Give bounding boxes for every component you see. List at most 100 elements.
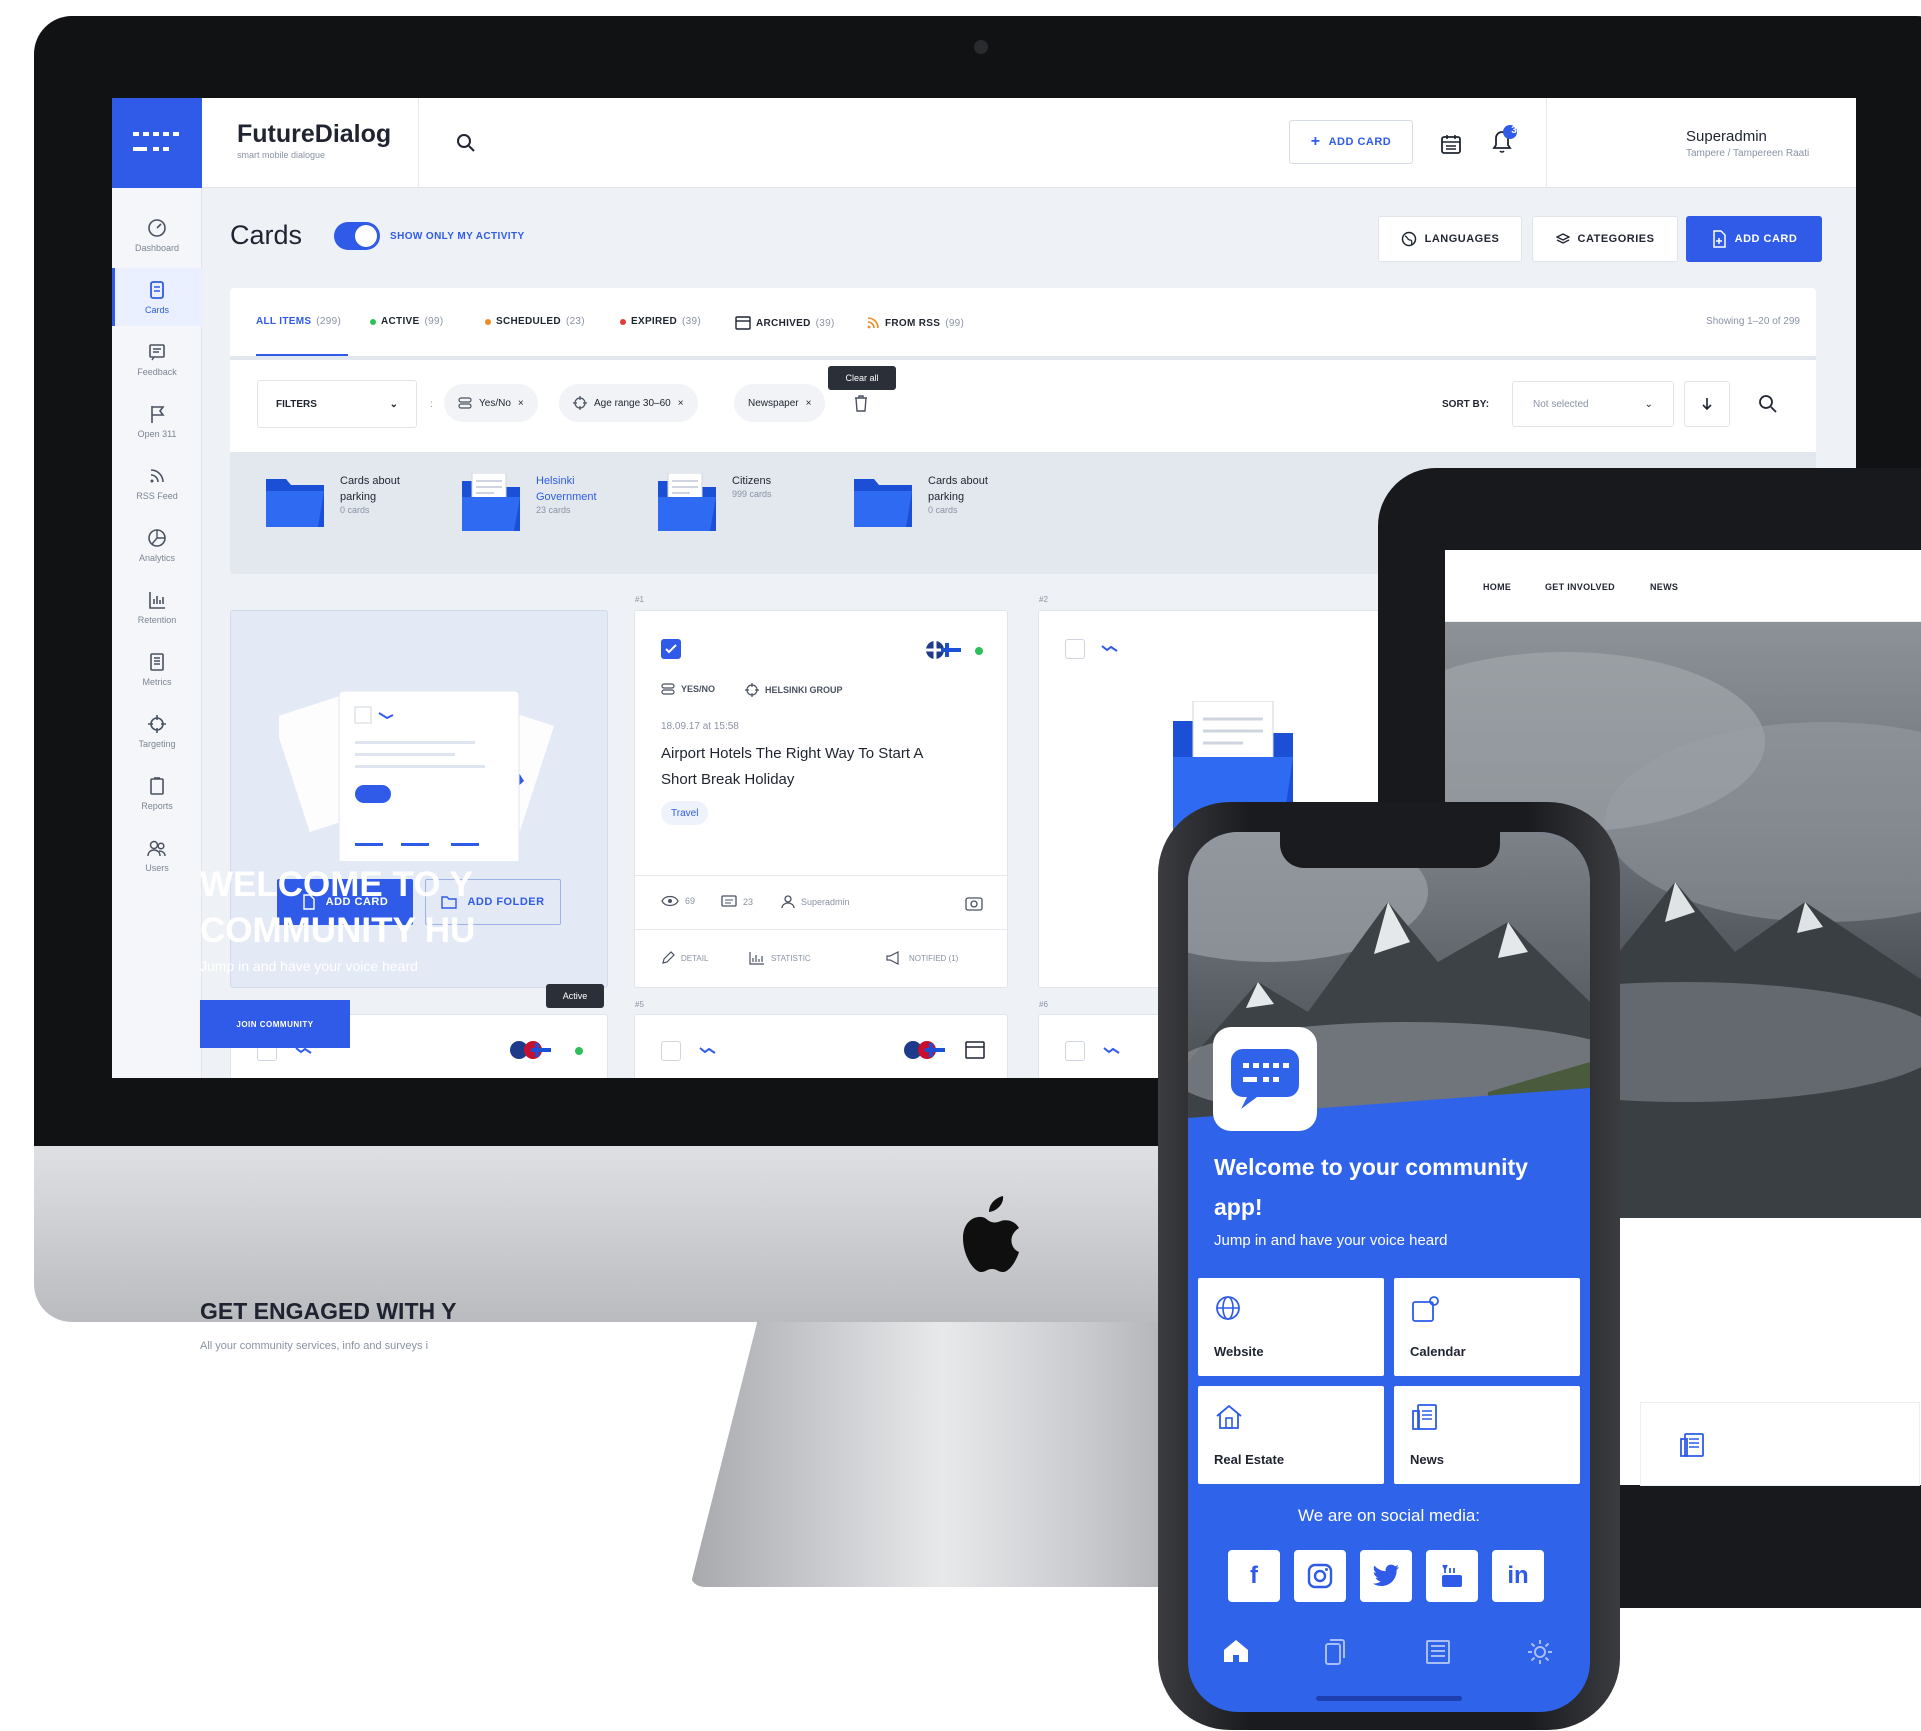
sidebar-item-dashboard[interactable]: Dashboard <box>112 206 202 264</box>
folder-icon <box>854 479 912 527</box>
trend-icon <box>699 1047 716 1054</box>
toggle-list-icon <box>661 683 675 695</box>
brand-tagline: smart mobile dialogue <box>237 150 326 160</box>
card-item[interactable] <box>634 1014 1008 1078</box>
folder-item[interactable]: Helsinki Government 23 cards <box>460 473 620 533</box>
tile-calendar[interactable]: Calendar <box>1394 1278 1580 1376</box>
sidebar-item-rss[interactable]: RSS Feed <box>112 454 202 512</box>
tablet-news-tile[interactable] <box>1640 1402 1920 1486</box>
search-icon[interactable] <box>1758 394 1778 414</box>
tile-news[interactable]: News <box>1394 1386 1580 1484</box>
phone-subtitle: Jump in and have your voice heard <box>1214 1232 1448 1249</box>
folder-name: Citizens <box>732 475 772 487</box>
card-author: Superadmin <box>781 895 850 909</box>
add-card-label: ADD CARD <box>1734 233 1798 245</box>
sidebar-item-feedback[interactable]: Feedback <box>112 330 202 388</box>
folder-item[interactable]: Citizens 999 cards <box>656 473 816 533</box>
linkedin-button[interactable]: in <box>1492 1550 1544 1602</box>
sidebar-item-users[interactable]: Users <box>112 826 202 884</box>
plus-icon: + <box>1310 133 1321 150</box>
tile-real-estate[interactable]: Real Estate <box>1198 1386 1384 1484</box>
card-tag[interactable]: Travel <box>661 801 709 825</box>
facebook-button[interactable]: f <box>1228 1550 1280 1602</box>
tab-scheduled[interactable]: SCHEDULED (23) <box>485 316 585 327</box>
home-indicator <box>1316 1696 1462 1701</box>
card-item[interactable]: YES/NO HELSINKI GROUP 18.09.17 at 15:58 … <box>634 610 1008 988</box>
showing-count: Showing 1–20 of 299 <box>1706 316 1800 327</box>
sidebar-item-retention[interactable]: Retention <box>112 578 202 636</box>
folder-item[interactable]: Cards about parking 0 cards <box>264 473 424 529</box>
twitter-button[interactable] <box>1360 1550 1412 1602</box>
folder-item[interactable]: Cards about parking 0 cards <box>852 473 1012 529</box>
user-name[interactable]: Superadmin <box>1686 128 1767 145</box>
sidebar-item-reports[interactable]: Reports <box>112 764 202 822</box>
nav-get-involved[interactable]: GET INVOLVED <box>1545 582 1615 592</box>
top-add-card-button[interactable]: + ADD CARD <box>1289 120 1413 164</box>
nav-home[interactable]: HOME <box>1483 582 1511 592</box>
add-card-button[interactable]: ADD CARD <box>1686 216 1822 262</box>
statistic-button[interactable]: STATISTIC <box>749 951 811 965</box>
sidebar-label: RSS Feed <box>136 491 178 501</box>
tab-all-items[interactable]: ALL ITEMS (299) <box>256 316 341 327</box>
card-title[interactable]: Airport Hotels The Right Way To Start A … <box>661 741 961 793</box>
detail-button[interactable]: DETAIL <box>661 951 708 965</box>
tab-count: (99) <box>945 317 965 329</box>
search-icon[interactable] <box>455 132 477 154</box>
tab-expired[interactable]: EXPIRED (39) <box>620 316 701 327</box>
filters-dropdown[interactable]: FILTERS ⌄ <box>257 380 417 428</box>
sidebar-item-metrics[interactable]: Metrics <box>112 640 202 698</box>
notified-button[interactable]: NOTIFIED (1) <box>885 951 958 965</box>
filter-chip-newspaper[interactable]: Newspaper × <box>734 384 826 422</box>
nav-news[interactable]: NEWS <box>1650 582 1678 592</box>
card-checkbox[interactable] <box>1065 639 1085 659</box>
card-checkbox[interactable] <box>661 1041 681 1061</box>
sidebar-item-analytics[interactable]: Analytics <box>112 516 202 574</box>
close-icon[interactable]: × <box>678 398 684 409</box>
dashboard-icon <box>148 219 166 237</box>
sidebar-label: Users <box>145 863 169 873</box>
close-icon[interactable]: × <box>518 398 524 409</box>
join-community-button[interactable]: JOIN COMMUNITY <box>200 1000 350 1048</box>
sidebar-label: Feedback <box>137 367 177 377</box>
cards-icon <box>150 281 164 299</box>
youtube-button[interactable] <box>1426 1550 1478 1602</box>
house-icon <box>1216 1404 1242 1429</box>
cards-icon[interactable] <box>1322 1638 1348 1666</box>
show-my-activity-toggle[interactable] <box>334 222 380 250</box>
languages-button[interactable]: LANGUAGES <box>1378 216 1522 262</box>
tab-from-rss[interactable]: FROM RSS (99) <box>866 316 964 330</box>
card-number: #5 <box>635 1000 644 1009</box>
sidebar-label: Open 311 <box>137 429 177 439</box>
language-flags-icon <box>926 641 961 659</box>
home-icon[interactable] <box>1222 1638 1250 1664</box>
tab-count: (39) <box>815 317 835 329</box>
categories-button[interactable]: CATEGORIES <box>1532 216 1678 262</box>
card-checkbox[interactable] <box>1065 1041 1085 1061</box>
feedback-icon <box>149 344 165 361</box>
card-checkbox[interactable] <box>661 639 681 659</box>
sidebar-item-open311[interactable]: Open 311 <box>112 392 202 450</box>
instagram-button[interactable] <box>1294 1550 1346 1602</box>
sort-direction-button[interactable] <box>1684 381 1730 427</box>
top-add-card-label: ADD CARD <box>1328 136 1392 148</box>
close-icon[interactable]: × <box>806 398 812 409</box>
folder-with-files-icon <box>462 473 520 531</box>
tile-website[interactable]: Website <box>1198 1278 1384 1376</box>
tab-label: ACTIVE <box>381 316 420 327</box>
tab-label: FROM RSS <box>885 317 941 329</box>
sidebar-item-cards[interactable]: Cards <box>112 268 202 326</box>
filter-chip-age-range[interactable]: Age range 30–60 × <box>559 384 698 422</box>
newspaper-icon[interactable] <box>1424 1638 1452 1666</box>
filter-chip-yes-no[interactable]: Yes/No × <box>444 384 538 422</box>
tab-count: (23) <box>565 316 585 327</box>
tab-archived[interactable]: ARCHIVED (39) <box>735 316 835 330</box>
gear-icon[interactable] <box>1526 1638 1554 1666</box>
camera-icon[interactable] <box>965 895 983 911</box>
calendar-icon[interactable] <box>1439 132 1463 156</box>
card-comments: 23 <box>721 895 753 909</box>
app-logo[interactable] <box>112 98 202 188</box>
trash-icon[interactable] <box>853 394 869 412</box>
sidebar-item-targeting[interactable]: Targeting <box>112 702 202 760</box>
sort-dropdown[interactable]: Not selected ⌄ <box>1512 381 1674 427</box>
tab-active[interactable]: ACTIVE (99) <box>370 316 443 327</box>
